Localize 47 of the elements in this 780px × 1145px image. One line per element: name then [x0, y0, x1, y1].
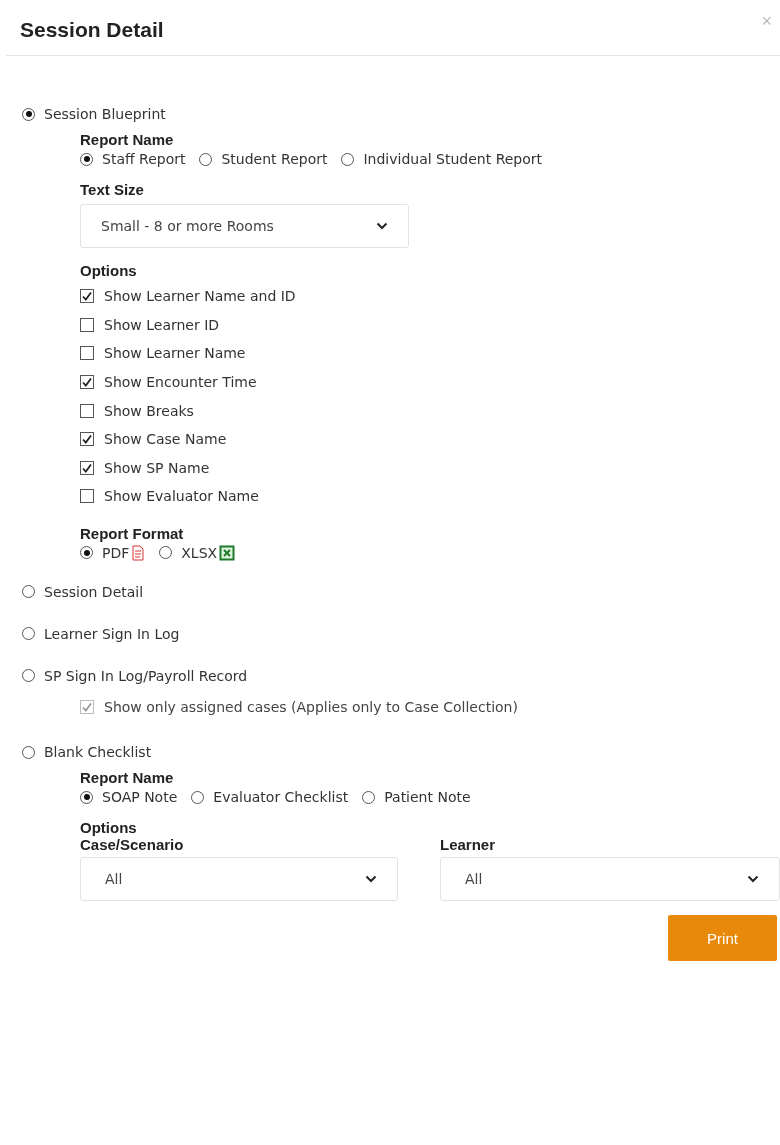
radio-label: Staff Report: [102, 151, 186, 167]
checkbox[interactable]: [80, 432, 94, 447]
field-label: Case/Scenario: [80, 836, 185, 854]
pdf-file-icon: [131, 544, 146, 561]
dropdown[interactable]: All: [440, 857, 780, 902]
radio-label: XLSX: [181, 544, 218, 561]
chevron-down-icon: [376, 222, 388, 230]
checkbox-label: Show Case Name: [104, 431, 227, 448]
chevron-down-icon: [365, 875, 377, 884]
checkbox[interactable]: [80, 346, 94, 361]
checkbox-label: Show Learner Name: [104, 345, 246, 362]
checkbox-label: Show only assigned cases (Applies only to Case Collection): [104, 699, 518, 716]
checkbox-label: Show Learner Name and ID: [104, 288, 296, 305]
radio-label: Student Report: [221, 151, 328, 167]
section-title: Options: [80, 262, 138, 279]
radio-label: SOAP Note: [102, 789, 178, 806]
checkbox[interactable]: [80, 317, 94, 332]
checkbox-label: Show Encounter Time: [104, 374, 257, 391]
field-label: Learner: [440, 836, 497, 854]
checkbox-label: Show Breaks: [104, 402, 194, 419]
section-title: Report Format: [80, 524, 185, 542]
radio-label: PDF: [102, 544, 130, 561]
radio-label: Session Blueprint: [44, 106, 166, 122]
radio-label: Individual Student Report: [363, 151, 543, 167]
dialog-title: Session Detail: [20, 18, 164, 42]
radio-label: Blank Checklist: [44, 744, 152, 761]
dropdown[interactable]: All: [80, 857, 398, 902]
radio-label: SP Sign In Log/Payroll Record: [44, 667, 248, 684]
radio-label: Learner Sign In Log: [44, 625, 180, 642]
checkbox-label: Show Evaluator Name: [104, 488, 259, 505]
section-title: Text Size: [80, 181, 145, 198]
section-title: Report Name: [80, 131, 175, 148]
checkbox[interactable]: [80, 460, 94, 475]
spreadsheet-file-icon: [219, 544, 236, 561]
checkbox[interactable]: [80, 289, 94, 304]
checkbox[interactable]: [80, 489, 94, 504]
radio-label: Patient Note: [384, 789, 471, 806]
dropdown[interactable]: Small - 8 or more Rooms: [80, 204, 409, 248]
checkbox[interactable]: [80, 403, 94, 418]
radio-label: Evaluator Checklist: [213, 789, 349, 806]
chevron-down-icon: [747, 875, 759, 884]
checkbox-label: Show Learner ID: [104, 316, 220, 333]
checkbox-label: Show SP Name: [104, 459, 210, 476]
radio-label: Session Detail: [44, 583, 144, 600]
checkbox[interactable]: [80, 375, 94, 390]
section-title: Report Name: [80, 769, 175, 787]
section-title: Options: [80, 819, 138, 837]
